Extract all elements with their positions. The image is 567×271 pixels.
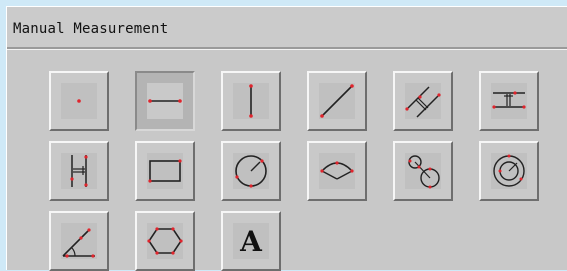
measurement-tool-grid: A	[49, 71, 559, 271]
circle-radius-tool-button[interactable]	[221, 141, 281, 201]
vertical-line-icon	[249, 84, 253, 118]
panel-title-bar: Manual Measurement	[7, 7, 567, 49]
vertical-line-tool-button[interactable]	[221, 71, 281, 131]
diagonal-line-tool-button[interactable]	[307, 71, 367, 131]
text-annotation-icon: A	[240, 225, 262, 258]
vertical-line-distance-icon	[70, 155, 88, 187]
parallel-lines-distance-icon	[405, 86, 441, 118]
concentric-circles-icon	[493, 154, 525, 187]
parallel-lines-distance-tool-button[interactable]	[393, 71, 453, 131]
two-circles-distance-tool-button[interactable]	[393, 141, 453, 201]
manual-measurement-panel: Manual Measurement A	[6, 6, 567, 271]
point-to-line-distance-tool-button[interactable]	[479, 71, 539, 131]
angle-tool-button[interactable]	[49, 211, 109, 271]
polygon-icon	[147, 227, 183, 255]
concentric-circles-tool-button[interactable]	[479, 141, 539, 201]
point-tool-button[interactable]	[49, 71, 109, 131]
arc-icon	[320, 161, 354, 180]
horizontal-line-tool-button[interactable]	[135, 71, 195, 131]
diagonal-line-icon	[320, 84, 354, 118]
panel-title: Manual Measurement	[13, 21, 169, 37]
rectangle-tool-button[interactable]	[135, 141, 195, 201]
point-icon	[77, 99, 81, 103]
horizontal-line-icon	[148, 99, 182, 103]
circle-radius-icon	[235, 155, 267, 188]
text-annotation-tool-button[interactable]: A	[221, 211, 281, 271]
arc-tool-button[interactable]	[307, 141, 367, 201]
angle-icon	[62, 228, 95, 258]
polygon-tool-button[interactable]	[135, 211, 195, 271]
vertical-line-distance-tool-button[interactable]	[49, 141, 109, 201]
point-to-line-distance-icon	[492, 91, 526, 109]
two-circles-distance-icon	[408, 155, 440, 189]
rectangle-icon	[148, 159, 182, 183]
